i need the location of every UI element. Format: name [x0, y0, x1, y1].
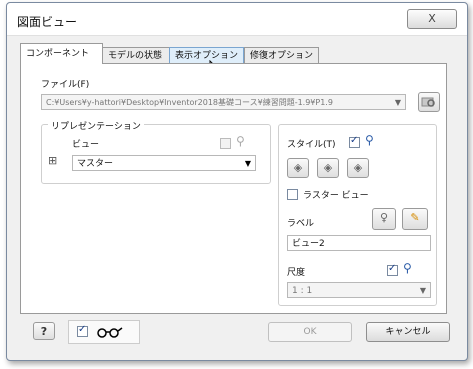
cancel-button[interactable]: キャンセル — [366, 322, 450, 342]
style-label: スタイル(T) — [287, 140, 336, 150]
preview-toggle-area — [68, 320, 140, 344]
file-path-value: C:¥Users¥y-hattori¥Desktop¥Inventor2018基… — [46, 98, 333, 107]
shaded-button[interactable]: ◈ — [347, 158, 369, 178]
edit-label-button[interactable]: ✎ — [402, 208, 428, 230]
file-path-field: C:¥Users¥y-hattori¥Desktop¥Inventor2018基… — [41, 94, 406, 110]
label-text-value: ビュー2 — [292, 239, 325, 249]
tab-panel-component: ファイル(F) C:¥Users¥y-hattori¥Desktop¥Inven… — [20, 63, 447, 314]
folder-search-icon — [421, 97, 435, 107]
tab-display-options[interactable]: 表示オプション — [169, 47, 244, 64]
help-icon: ? — [40, 325, 48, 338]
representation-group-title: リプレゼンテーション — [48, 119, 144, 132]
chevron-down-icon: ▼ — [244, 159, 251, 168]
scale-label: 尺度 — [287, 268, 306, 278]
toggle-label-visibility-button[interactable]: ♀ — [372, 208, 396, 230]
style-from-base-checkbox[interactable] — [349, 135, 360, 148]
label-text-field[interactable]: ビュー2 — [287, 235, 431, 251]
close-icon: X — [428, 12, 436, 25]
raster-view-checkbox[interactable] — [287, 189, 298, 200]
tab-model-state[interactable]: モデルの状態 — [102, 47, 171, 64]
label-section-label: ラベル — [287, 219, 315, 229]
scale-link-icon: ⚲ — [403, 261, 412, 275]
view-rep-value: マスター — [77, 159, 114, 169]
title-bar: 図面ビュー X — [7, 3, 467, 36]
scale-value: 1 : 1 — [292, 286, 313, 296]
shaded-icon: ◈ — [353, 161, 363, 174]
ok-button[interactable]: OK — [268, 322, 352, 342]
tab-component[interactable]: コンポーネント — [20, 43, 103, 64]
browse-file-button[interactable] — [418, 92, 440, 112]
view-label: ビュー — [72, 140, 100, 150]
scale-dropdown[interactable]: 1 : 1 ▼ — [287, 282, 431, 298]
bulb-icon: ♀ — [379, 211, 389, 224]
close-button[interactable]: X — [407, 9, 457, 29]
representation-group: リプレゼンテーション ビュー ⚲ ⊞ マスター ▼ — [41, 119, 271, 184]
dialog-title: 図面ビュー — [17, 15, 78, 29]
chevron-down-icon: ▼ — [419, 286, 426, 295]
file-label: ファイル(F) — [41, 80, 90, 90]
tab-recovery-options[interactable]: 修復オプション — [244, 47, 319, 64]
view-rep-checkbox[interactable] — [220, 138, 231, 149]
preview-checkbox[interactable] — [77, 324, 88, 337]
tree-structure-icon: ⊞ — [48, 154, 58, 167]
pencil-icon: ✎ — [410, 211, 420, 224]
associative-link-icon: ⚲ — [236, 134, 245, 148]
raster-view-label: ラスター ビュー — [303, 191, 369, 201]
help-button[interactable]: ? — [33, 322, 55, 340]
chevron-down-icon: ▼ — [394, 98, 401, 107]
scale-from-base-checkbox[interactable] — [387, 263, 398, 276]
hidden-line-removed-icon: ◈ — [323, 161, 333, 174]
style-link-icon: ⚲ — [365, 133, 374, 147]
hidden-line-removed-button[interactable]: ◈ — [317, 158, 339, 178]
hidden-line-button[interactable]: ◈ — [287, 158, 309, 178]
hidden-line-icon: ◈ — [293, 161, 303, 174]
style-group: スタイル(T) ⚲ ◈ ◈ ◈ ラスター ビュー ラベル ♀ ✎ ビュー2 尺度… — [278, 124, 437, 306]
view-rep-dropdown[interactable]: マスター ▼ — [72, 155, 256, 171]
glasses-icon — [97, 327, 123, 338]
